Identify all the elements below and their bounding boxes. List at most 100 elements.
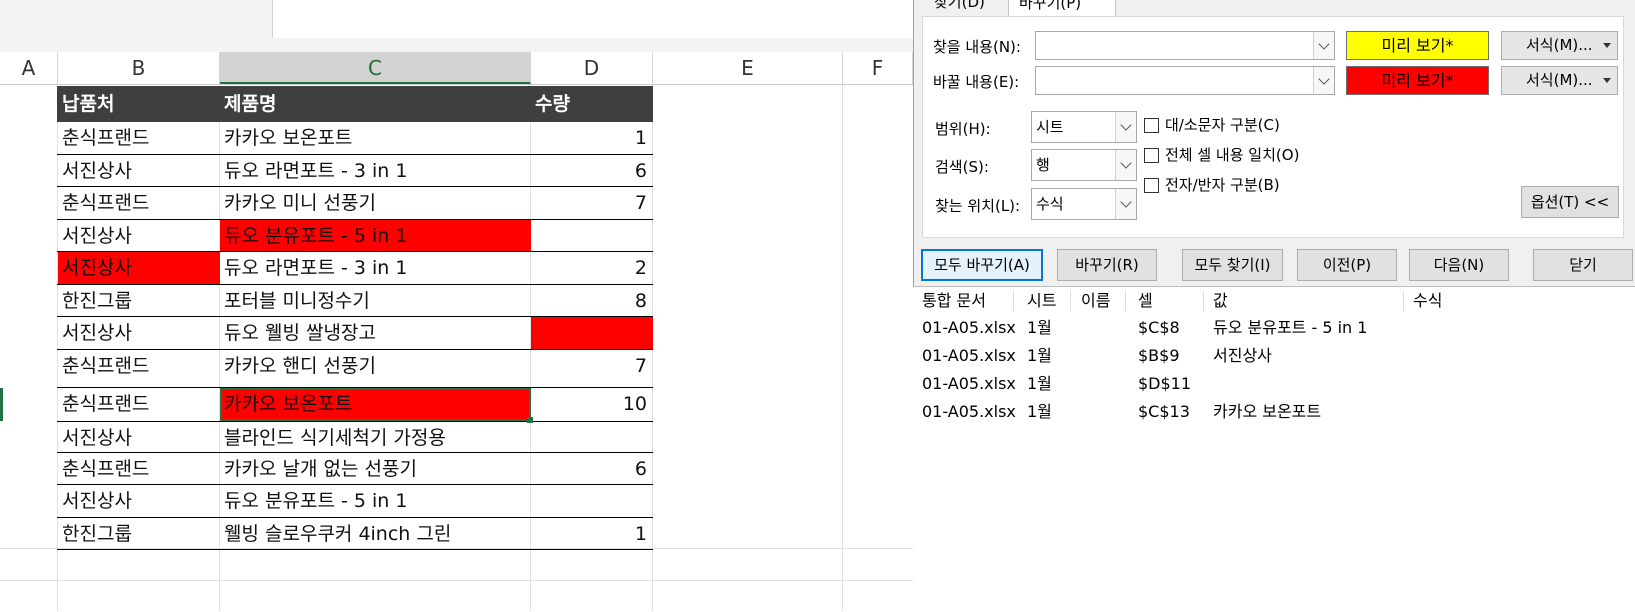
cell-d[interactable] — [531, 220, 653, 252]
cell-c[interactable]: 카카오 날개 없는 선풍기 — [220, 453, 531, 485]
look-in-select[interactable]: 수식 — [1031, 188, 1137, 220]
results-header-name[interactable]: 이름 — [1081, 287, 1110, 315]
column-header-d[interactable]: D — [531, 52, 653, 84]
cell-c[interactable]: 듀오 분유포트 - 5 in 1 — [220, 485, 531, 517]
result-book[interactable]: 01-A05.xlsx — [922, 398, 1016, 426]
chevron-down-icon[interactable] — [1313, 32, 1334, 59]
cell-b[interactable]: 춘식프랜드 — [58, 187, 220, 219]
fill-handle[interactable] — [527, 417, 533, 423]
replace-format-button[interactable]: 서식(M)... — [1501, 66, 1618, 95]
cell-d-highlighted[interactable] — [531, 317, 653, 349]
cell-d[interactable]: 10 — [531, 388, 653, 420]
cell-c[interactable]: 카카오 보온포트 — [220, 122, 531, 154]
match-case-checkbox[interactable] — [1144, 118, 1159, 133]
match-case-option[interactable]: 대/소문자 구분(C) — [1144, 114, 1280, 135]
results-header-value[interactable]: 값 — [1213, 287, 1228, 315]
cell-b[interactable]: 춘식프랜드 — [58, 350, 220, 382]
cell-b[interactable]: 서진상사 — [58, 155, 220, 187]
cell-b[interactable]: 춘식프랜드 — [58, 388, 220, 420]
column-header-e[interactable]: E — [653, 52, 843, 84]
cell-d[interactable]: 7 — [531, 187, 653, 219]
cell-b[interactable]: 춘식프랜드 — [58, 122, 220, 154]
cell-d[interactable]: 1 — [531, 518, 653, 550]
result-value[interactable]: 서진상사 — [1213, 342, 1272, 370]
column-header-c[interactable]: C — [220, 52, 531, 84]
formula-bar[interactable] — [272, 0, 913, 39]
result-sheet[interactable]: 1월 — [1027, 314, 1052, 342]
cell-b-highlighted[interactable]: 서진상사 — [58, 252, 220, 284]
results-header-divider[interactable] — [1125, 291, 1126, 311]
result-value[interactable]: 듀오 분유포트 - 5 in 1 — [1213, 314, 1367, 342]
cell-c[interactable]: 웰빙 슬로우쿠커 4inch 그린 — [220, 518, 531, 550]
search-order-select[interactable]: 행 — [1031, 149, 1137, 181]
chevron-down-icon[interactable] — [1115, 112, 1136, 142]
find-next-button[interactable]: 다음(N) — [1409, 249, 1509, 281]
cell-d[interactable]: 1 — [531, 122, 653, 154]
cell-b[interactable]: 서진상사 — [58, 485, 220, 517]
cell-b[interactable]: 서진상사 — [58, 317, 220, 349]
cell-b[interactable]: 한진그룹 — [58, 518, 220, 550]
results-header-book[interactable]: 통합 문서 — [922, 287, 986, 315]
cell-b[interactable]: 서진상사 — [58, 422, 220, 454]
dropdown-arrow-icon[interactable] — [1603, 43, 1611, 48]
replace-with-input[interactable] — [1035, 66, 1335, 95]
find-format-button[interactable]: 서식(M)... — [1501, 31, 1618, 60]
replace-all-button[interactable]: 모두 바꾸기(A) — [921, 249, 1043, 281]
match-entire-option[interactable]: 전체 셀 내용 일치(O) — [1144, 144, 1299, 165]
match-entire-checkbox[interactable] — [1144, 148, 1159, 163]
cell-b[interactable]: 서진상사 — [58, 220, 220, 252]
result-cell[interactable]: $C$8 — [1138, 314, 1180, 342]
header-cell-product[interactable]: 제품명 — [224, 86, 276, 122]
results-header-divider[interactable] — [1403, 291, 1404, 311]
result-book[interactable]: 01-A05.xlsx — [922, 370, 1016, 398]
tab-replace[interactable]: 바꾸기(P) — [1008, 0, 1116, 17]
cell-b[interactable]: 한진그룹 — [58, 285, 220, 317]
cell-c[interactable]: 듀오 라면포트 - 3 in 1 — [220, 252, 531, 284]
result-book[interactable]: 01-A05.xlsx — [922, 314, 1016, 342]
tab-find[interactable]: 찾기(D) — [924, 0, 1010, 16]
result-cell[interactable]: $D$11 — [1138, 370, 1191, 398]
replace-button[interactable]: 바꾸기(R) — [1057, 249, 1157, 281]
cell-c[interactable]: 듀오 라면포트 - 3 in 1 — [220, 155, 531, 187]
options-button[interactable]: 옵션(T) << — [1521, 186, 1619, 218]
results-header-formula[interactable]: 수식 — [1413, 287, 1442, 315]
cell-d[interactable]: 8 — [531, 285, 653, 317]
result-sheet[interactable]: 1월 — [1027, 370, 1052, 398]
chevron-down-icon[interactable] — [1115, 150, 1136, 180]
find-all-button[interactable]: 모두 찾기(I) — [1182, 249, 1283, 281]
cell-c[interactable]: 카카오 미니 선풍기 — [220, 187, 531, 219]
find-previous-button[interactable]: 이전(P) — [1297, 249, 1397, 281]
cell-c-highlighted[interactable]: 듀오 분유포트 - 5 in 1 — [220, 220, 531, 252]
result-cell[interactable]: $C$13 — [1138, 398, 1190, 426]
chevron-down-icon[interactable] — [1115, 189, 1136, 219]
chevron-down-icon[interactable] — [1313, 67, 1334, 94]
cell-d[interactable]: 2 — [531, 252, 653, 284]
result-book[interactable]: 01-A05.xlsx — [922, 342, 1016, 370]
results-header-cell[interactable]: 셀 — [1138, 287, 1153, 315]
results-header-divider[interactable] — [1013, 291, 1014, 311]
cell-c[interactable]: 블라인드 식기세척기 가정용 — [220, 422, 531, 454]
results-header-divider[interactable] — [1203, 291, 1204, 311]
cell-d[interactable]: 6 — [531, 155, 653, 187]
results-header-divider[interactable] — [1070, 291, 1071, 311]
cell-d[interactable] — [531, 422, 653, 454]
cell-d[interactable]: 6 — [531, 453, 653, 485]
results-header-sheet[interactable]: 시트 — [1027, 287, 1056, 315]
cell-c[interactable]: 듀오 웰빙 쌀냉장고 — [220, 317, 531, 349]
scope-select[interactable]: 시트 — [1031, 111, 1137, 143]
column-header-a[interactable]: A — [0, 52, 58, 84]
find-what-input[interactable] — [1035, 31, 1335, 60]
cell-d[interactable]: 7 — [531, 350, 653, 382]
cell-c[interactable]: 카카오 핸디 선풍기 — [220, 350, 531, 382]
match-byte-checkbox[interactable] — [1144, 178, 1159, 193]
match-byte-option[interactable]: 전자/반자 구분(B) — [1144, 174, 1280, 195]
cell-b[interactable]: 춘식프랜드 — [58, 453, 220, 485]
result-sheet[interactable]: 1월 — [1027, 398, 1052, 426]
result-cell[interactable]: $B$9 — [1138, 342, 1180, 370]
result-value[interactable]: 카카오 보온포트 — [1213, 398, 1321, 426]
dropdown-arrow-icon[interactable] — [1603, 78, 1611, 83]
column-header-b[interactable]: B — [58, 52, 220, 84]
header-cell-quantity[interactable]: 수량 — [535, 86, 570, 122]
result-sheet[interactable]: 1월 — [1027, 342, 1052, 370]
column-header-f[interactable]: F — [843, 52, 913, 84]
